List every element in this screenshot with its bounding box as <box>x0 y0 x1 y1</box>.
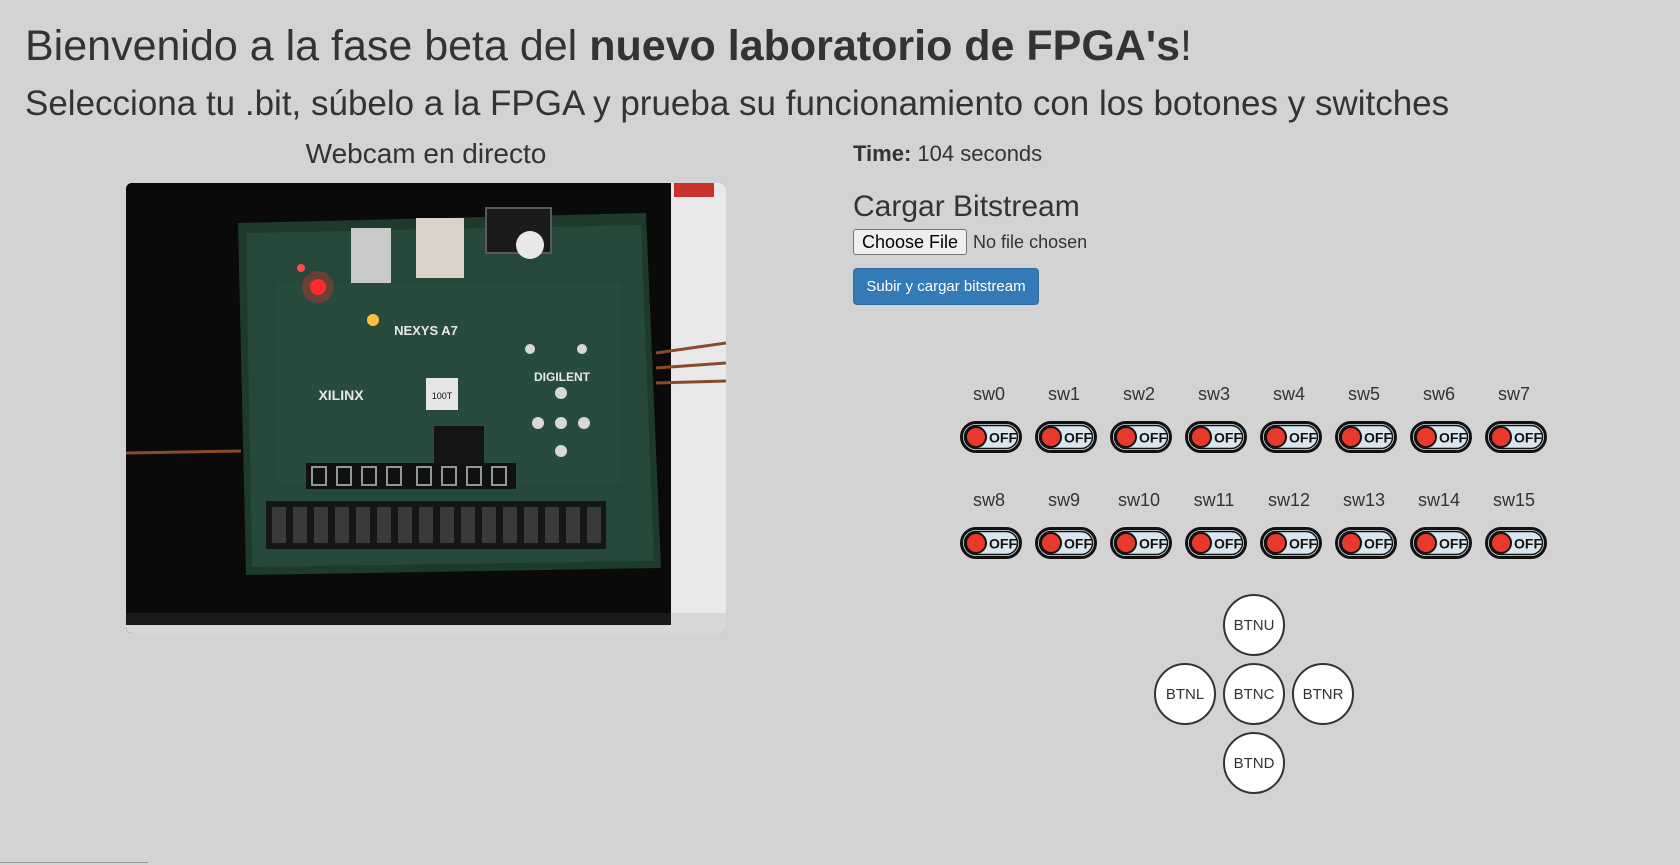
switch-state-sw0: OFF <box>989 430 1017 446</box>
switch-label-sw12: sw12 <box>1267 490 1311 510</box>
switch-label-sw13: sw13 <box>1342 490 1386 510</box>
switch-label-sw0: sw0 <box>972 384 1005 404</box>
switch-state-sw7: OFF <box>1514 430 1542 446</box>
switch-label-sw2: sw2 <box>1122 384 1155 404</box>
switch-toggle-sw10[interactable]: OFF <box>1110 527 1172 559</box>
timer-value: 104 seconds <box>917 141 1043 166</box>
xilinx-logo: XILINX <box>318 387 364 403</box>
fpga-board-image: 100T NEXYS A7 XILINX DIGILENT <box>126 183 726 633</box>
page: Bienvenido a la fase beta del nuevo labo… <box>0 0 1680 865</box>
chip-label: 100T <box>432 391 453 401</box>
switch-toggle-sw5[interactable]: OFF <box>1335 421 1397 453</box>
switch-state-sw8: OFF <box>989 536 1017 552</box>
board-model-label: NEXYS A7 <box>394 323 458 338</box>
switch-toggle-sw2[interactable]: OFF <box>1110 421 1172 453</box>
switch-state-sw9: OFF <box>1064 536 1092 552</box>
divider <box>0 862 148 863</box>
timer-label: Time: <box>853 141 912 166</box>
switch-label-sw8: sw8 <box>972 490 1005 510</box>
btnr-button[interactable]: BTNR <box>1292 663 1354 725</box>
page-subtitle: Selecciona tu .bit, súbelo a la FPGA y p… <box>25 84 1450 123</box>
switch-toggle-sw13[interactable]: OFF <box>1335 527 1397 559</box>
title-suffix: ! <box>1180 22 1192 70</box>
choose-file-button[interactable]: Choose File <box>853 229 968 255</box>
digilent-logo: DIGILENT <box>534 370 591 384</box>
switch-state-sw6: OFF <box>1439 430 1467 446</box>
switch-label-sw14: sw14 <box>1417 490 1461 510</box>
switch-toggle-sw12[interactable]: OFF <box>1260 527 1322 559</box>
switch-state-sw5: OFF <box>1364 430 1392 446</box>
upload-title: Cargar Bitstream <box>853 190 1080 223</box>
timer: Time: 104 seconds <box>853 140 1042 168</box>
switch-toggle-sw1[interactable]: OFF <box>1035 421 1097 453</box>
btnd-button[interactable]: BTND <box>1223 732 1285 794</box>
switch-toggle-sw14[interactable]: OFF <box>1410 527 1472 559</box>
switch-state-sw3: OFF <box>1214 430 1242 446</box>
switch-toggle-sw0[interactable]: OFF <box>960 421 1022 453</box>
switch-state-sw14: OFF <box>1439 536 1467 552</box>
switch-label-sw6: sw6 <box>1422 384 1455 404</box>
switch-label-sw4: sw4 <box>1272 384 1305 404</box>
switch-state-sw2: OFF <box>1139 430 1167 446</box>
switch-label-sw10: sw10 <box>1117 490 1161 510</box>
btnc-button[interactable]: BTNC <box>1223 663 1285 725</box>
switch-label-sw1: sw1 <box>1047 384 1080 404</box>
switch-toggle-sw7[interactable]: OFF <box>1485 421 1547 453</box>
title-bold: nuevo laboratorio de FPGA's <box>589 22 1180 70</box>
switch-state-sw13: OFF <box>1364 536 1392 552</box>
switch-toggle-sw6[interactable]: OFF <box>1410 421 1472 453</box>
switch-state-sw11: OFF <box>1214 536 1242 552</box>
switch-state-sw10: OFF <box>1139 536 1167 552</box>
switch-toggle-sw9[interactable]: OFF <box>1035 527 1097 559</box>
upload-bitstream-button[interactable]: Subir y cargar bitstream <box>853 268 1039 305</box>
page-title: Bienvenido a la fase beta del nuevo labo… <box>25 18 1192 74</box>
switch-state-sw1: OFF <box>1064 430 1092 446</box>
switch-toggle-sw4[interactable]: OFF <box>1260 421 1322 453</box>
switch-label-sw3: sw3 <box>1197 384 1230 404</box>
webcam-title: Webcam en directo <box>305 138 547 169</box>
btnl-button[interactable]: BTNL <box>1154 663 1216 725</box>
file-input[interactable]: Choose File No file chosen <box>853 229 1087 255</box>
switch-toggle-sw3[interactable]: OFF <box>1185 421 1247 453</box>
title-prefix: Bienvenido a la fase beta del <box>25 22 590 70</box>
switch-toggle-sw11[interactable]: OFF <box>1185 527 1247 559</box>
switch-label-sw5: sw5 <box>1347 384 1380 404</box>
switch-label-sw15: sw15 <box>1492 490 1536 510</box>
webcam-feed: 100T NEXYS A7 XILINX DIGILENT <box>126 183 726 633</box>
switch-label-sw9: sw9 <box>1047 490 1080 510</box>
switch-toggle-sw15[interactable]: OFF <box>1485 527 1547 559</box>
switch-state-sw4: OFF <box>1289 430 1317 446</box>
switch-state-sw15: OFF <box>1514 536 1542 552</box>
switch-toggle-sw8[interactable]: OFF <box>960 527 1022 559</box>
switch-label-sw11: sw11 <box>1193 490 1235 510</box>
switch-state-sw12: OFF <box>1289 536 1317 552</box>
btnu-button[interactable]: BTNU <box>1223 594 1285 656</box>
file-status: No file chosen <box>973 231 1088 252</box>
switch-label-sw7: sw7 <box>1497 384 1530 404</box>
